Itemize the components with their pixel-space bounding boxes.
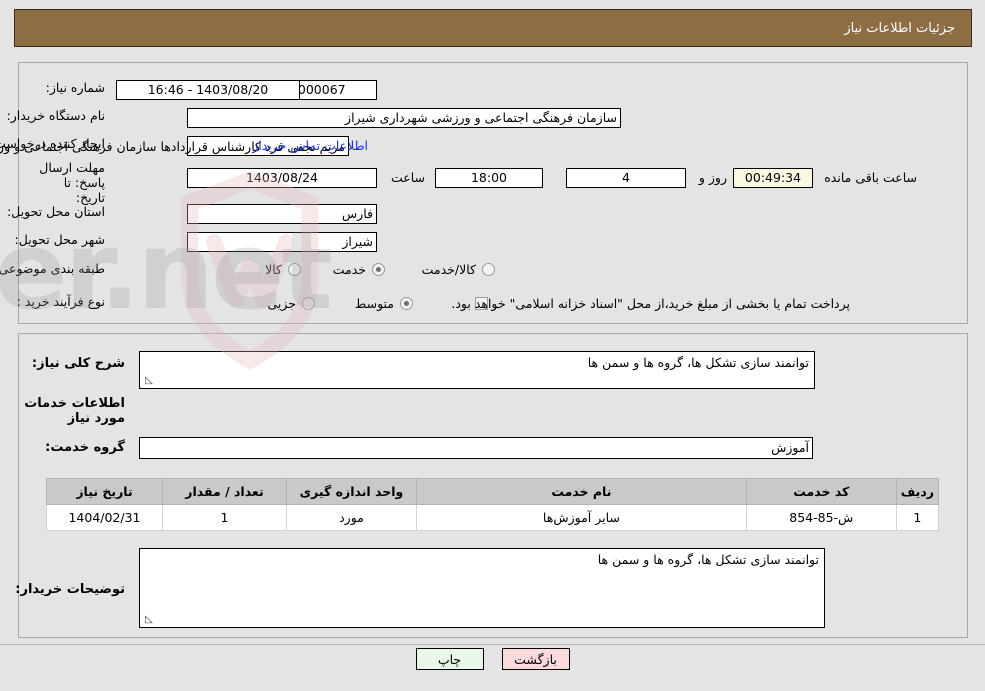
radio-icon-khedmat[interactable]: [372, 263, 385, 276]
remaining-countdown: 00:49:34: [733, 168, 813, 188]
announce-datetime-value: 1403/08/20 - 16:46: [116, 80, 300, 100]
category-option-khedmat-label: خدمت: [332, 262, 366, 277]
deadline-hour-label: ساعت: [390, 170, 425, 185]
deadline-date-value: 1403/08/24: [187, 168, 377, 188]
need-number-label: شماره نیاز:: [45, 80, 105, 95]
general-desc-value: توانمند سازی تشکل ها، گروه ها و سمن ها: [587, 355, 809, 370]
process-option-jozi-label: جزیی: [267, 296, 296, 311]
service-items-table: ردیف کد خدمت نام خدمت واحد اندازه گیری ت…: [46, 478, 940, 531]
city-label-row: شهر محل تحویل:: [15, 232, 105, 247]
cell-service-name: سایر آموزش‌ها: [416, 504, 747, 531]
process-option-motevaset[interactable]: متوسط: [355, 296, 413, 311]
radio-icon-kala[interactable]: [288, 263, 301, 276]
resize-grip-icon[interactable]: ◺: [143, 376, 153, 386]
general-desc-textarea[interactable]: توانمند سازی تشکل ها، گروه ها و سمن ها ◺: [139, 351, 815, 389]
th-row-no: ردیف: [895, 478, 940, 505]
service-group-value: آموزش: [139, 437, 813, 459]
cell-unit: مورد: [286, 504, 417, 531]
province-label-row: استان محل تحویل:: [7, 204, 105, 219]
city-value: شیراز: [187, 232, 377, 252]
process-option-jozi[interactable]: جزیی: [267, 296, 315, 311]
print-button[interactable]: چاپ: [415, 648, 484, 670]
page-header: جزئیات اطلاعات نیاز: [14, 9, 972, 47]
deadline-label: مهلت ارسال پاسخ: تا تاریخ:: [39, 160, 105, 205]
process-label-row: نوع فرآیند خرید :: [17, 294, 105, 309]
th-quantity: تعداد / مقدار: [162, 478, 287, 505]
category-option-kala-khedmat-label: کالا/خدمت: [421, 262, 476, 277]
buyer-org-label: نام دستگاه خریدار:: [6, 108, 105, 123]
remaining-days-value: 4: [566, 168, 686, 188]
cell-quantity: 1: [162, 504, 287, 531]
back-button[interactable]: بازگشت: [501, 648, 570, 670]
th-need-date: تاریخ نیاز: [46, 478, 163, 505]
th-unit: واحد اندازه گیری: [286, 478, 417, 505]
bottom-separator: [0, 644, 985, 645]
service-group-label: گروه خدمت:: [45, 440, 125, 455]
remaining-suffix-label: ساعت باقی مانده: [824, 170, 917, 185]
cell-row-no: 1: [895, 504, 940, 531]
page-root: AriaTender.net جزئیات اطلاعات نیاز شماره…: [0, 0, 985, 691]
buyer-notes-label: توضیحات خریدار:: [15, 582, 125, 597]
city-label: شهر محل تحویل:: [14, 232, 105, 247]
radio-icon-motevaset[interactable]: [400, 297, 413, 310]
province-value: فارس: [187, 204, 377, 224]
deadline-label-row: مهلت ارسال پاسخ: تا تاریخ:: [35, 160, 105, 206]
cell-service-code: ش-85-854: [745, 504, 897, 531]
buyer-org-label-row: نام دستگاه خریدار:: [7, 108, 105, 123]
th-service-name: نام خدمت: [416, 478, 747, 505]
buyer-contact-link[interactable]: اطلاعات تماس خریدار: [252, 138, 368, 153]
category-option-kala-label: کالا: [265, 262, 282, 277]
category-option-kala[interactable]: کالا: [265, 262, 301, 277]
process-label: نوع فرآیند خرید :: [16, 294, 105, 309]
buyer-org-value: سازمان فرهنگی اجتماعی و ورزشی شهرداری شی…: [187, 108, 621, 128]
process-option-motevaset-label: متوسط: [354, 296, 394, 311]
resize-grip-icon-notes[interactable]: ◺: [143, 615, 153, 625]
th-service-code: کد خدمت: [745, 478, 897, 505]
cell-need-date: 1404/02/31: [46, 504, 163, 531]
need-summary-panel: [18, 62, 968, 324]
table-header-row: ردیف کد خدمت نام خدمت واحد اندازه گیری ت…: [46, 478, 940, 505]
category-label: طبقه بندی موضوعی:: [0, 261, 105, 276]
remaining-days-label: روز و: [698, 170, 727, 185]
buyer-notes-value: توانمند سازی تشکل ها، گروه ها و سمن ها: [597, 552, 819, 567]
province-label: استان محل تحویل:: [6, 204, 105, 219]
page-title: جزئیات اطلاعات نیاز: [844, 20, 955, 36]
services-section-title: اطلاعات خدمات مورد نیاز: [24, 396, 125, 426]
radio-icon-jozi[interactable]: [302, 297, 315, 310]
action-button-row: بازگشت چاپ: [0, 648, 985, 670]
category-option-khedmat[interactable]: خدمت: [333, 262, 385, 277]
radio-icon-kala-khedmat[interactable]: [482, 263, 495, 276]
deadline-hour-value: 18:00: [435, 168, 543, 188]
general-desc-label: شرح کلی نیاز:: [31, 356, 125, 371]
treasury-note-label: پرداخت تمام یا بخشی از مبلغ خرید،از محل …: [451, 296, 850, 311]
table-row: 1 ش-85-854 سایر آموزش‌ها مورد 1 1404/02/…: [46, 504, 940, 531]
category-option-kala-khedmat[interactable]: کالا/خدمت: [422, 262, 495, 277]
need-number-label-row: شماره نیاز:: [46, 80, 105, 95]
category-label-row: طبقه بندی موضوعی:: [0, 261, 105, 276]
buyer-notes-textarea[interactable]: توانمند سازی تشکل ها، گروه ها و سمن ها ◺: [139, 548, 825, 628]
